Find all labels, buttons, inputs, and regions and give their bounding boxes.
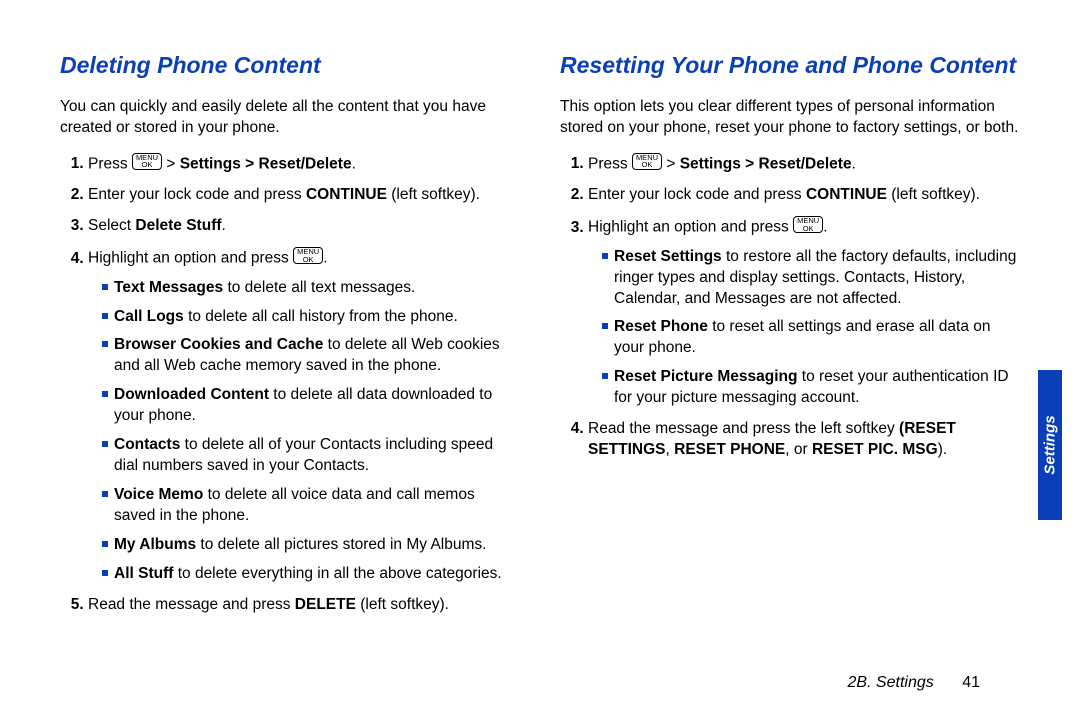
step-text: Press [588,155,632,172]
step-bold: Delete Stuff [135,217,221,234]
list-item: Browser Cookies and Cache to delete all … [102,335,520,377]
list-item: Contacts to delete all of your Contacts … [102,435,520,477]
step-text: Highlight an option and press [88,250,293,267]
step-text: (left softkey). [887,186,980,203]
left-step-3: Select Delete Stuff. [88,216,520,237]
sub-bold: Contacts [114,436,180,453]
footer-section: 2B. Settings [847,674,933,691]
step-text: Highlight an option and press [588,219,793,236]
right-column: Resetting Your Phone and Phone Content T… [560,50,1020,690]
step-bold: DELETE [295,596,356,613]
sub-text: to delete everything in all the above ca… [173,565,501,582]
step-text: Enter your lock code and press [588,186,806,203]
list-item: All Stuff to delete everything in all th… [102,564,520,585]
list-item: Text Messages to delete all text message… [102,278,520,299]
left-step-4: Highlight an option and press MENUOK. Te… [88,247,520,584]
list-item: My Albums to delete all pictures stored … [102,535,520,556]
right-steps: Press MENUOK > Settings > Reset/Delete. … [560,153,1020,461]
step-text: . [222,217,226,234]
sub-bold: Reset Picture Messaging [614,368,797,385]
step-text: (left softkey). [356,596,449,613]
page-footer: 2B. Settings 41 [847,674,980,692]
step-bold: CONTINUE [306,186,387,203]
step-text: . [323,250,327,267]
sub-bold: Voice Memo [114,486,203,503]
step-text: (left softkey). [387,186,480,203]
page-body: Deleting Phone Content You can quickly a… [0,0,1080,720]
step-text: . [852,155,856,172]
list-item: Downloaded Content to delete all data do… [102,385,520,427]
step-bold: CONTINUE [806,186,887,203]
step-text: Select [88,217,135,234]
left-title: Deleting Phone Content [60,50,520,81]
left-step-2: Enter your lock code and press CONTINUE … [88,185,520,206]
sub-bold: Reset Phone [614,318,708,335]
step-bold: RESET PHONE [674,441,785,458]
step-text: . [823,219,827,236]
right-title: Resetting Your Phone and Phone Content [560,50,1020,81]
footer-page-number: 41 [962,674,980,691]
step-bold: Settings > Reset/Delete [180,155,352,172]
right-step-4: Read the message and press the left soft… [588,419,1020,461]
right-sub-list: Reset Settings to restore all the factor… [588,247,1020,409]
step-bold: Settings > Reset/Delete [680,155,852,172]
list-item: Reset Picture Messaging to reset your au… [602,367,1020,409]
left-column: Deleting Phone Content You can quickly a… [60,50,520,690]
side-tab: Settings [1038,370,1062,520]
left-sub-list: Text Messages to delete all text message… [88,278,520,585]
sub-text: to delete all call history from the phon… [184,308,458,325]
list-item: Voice Memo to delete all voice data and … [102,485,520,527]
menu-ok-icon: MENUOK [632,153,662,170]
menu-ok-icon: MENUOK [293,247,323,264]
step-text: Press [88,155,132,172]
step-text: Read the message and press the left soft… [588,420,899,437]
sub-bold: Reset Settings [614,248,722,265]
left-step-5: Read the message and press DELETE (left … [88,595,520,616]
sub-bold: All Stuff [114,565,173,582]
left-intro: You can quickly and easily delete all th… [60,97,520,139]
menu-ok-icon: MENUOK [132,153,162,170]
right-step-2: Enter your lock code and press CONTINUE … [588,185,1020,206]
list-item: Reset Settings to restore all the factor… [602,247,1020,310]
right-step-1: Press MENUOK > Settings > Reset/Delete. [588,153,1020,175]
sub-text: to delete all pictures stored in My Albu… [196,536,486,553]
step-text: ). [938,441,947,458]
left-step-1: Press MENUOK > Settings > Reset/Delete. [88,153,520,175]
step-text: , or [785,441,812,458]
step-text: . [352,155,356,172]
side-tab-label: Settings [1042,415,1059,474]
right-step-3: Highlight an option and press MENUOK. Re… [588,216,1020,409]
sub-bold: Downloaded Content [114,386,269,403]
step-text: > [662,155,680,172]
step-text: , [666,441,675,458]
menu-ok-icon: MENUOK [793,216,823,233]
list-item: Reset Phone to reset all settings and er… [602,317,1020,359]
step-text: Read the message and press [88,596,295,613]
sub-text: to delete all text messages. [223,279,415,296]
step-bold: RESET PIC. MSG [812,441,938,458]
step-text: Enter your lock code and press [88,186,306,203]
right-intro: This option lets you clear different typ… [560,97,1020,139]
sub-bold: My Albums [114,536,196,553]
sub-bold: Browser Cookies and Cache [114,336,323,353]
sub-bold: Text Messages [114,279,223,296]
step-text: > [162,155,180,172]
left-steps: Press MENUOK > Settings > Reset/Delete. … [60,153,520,616]
list-item: Call Logs to delete all call history fro… [102,307,520,328]
sub-bold: Call Logs [114,308,184,325]
